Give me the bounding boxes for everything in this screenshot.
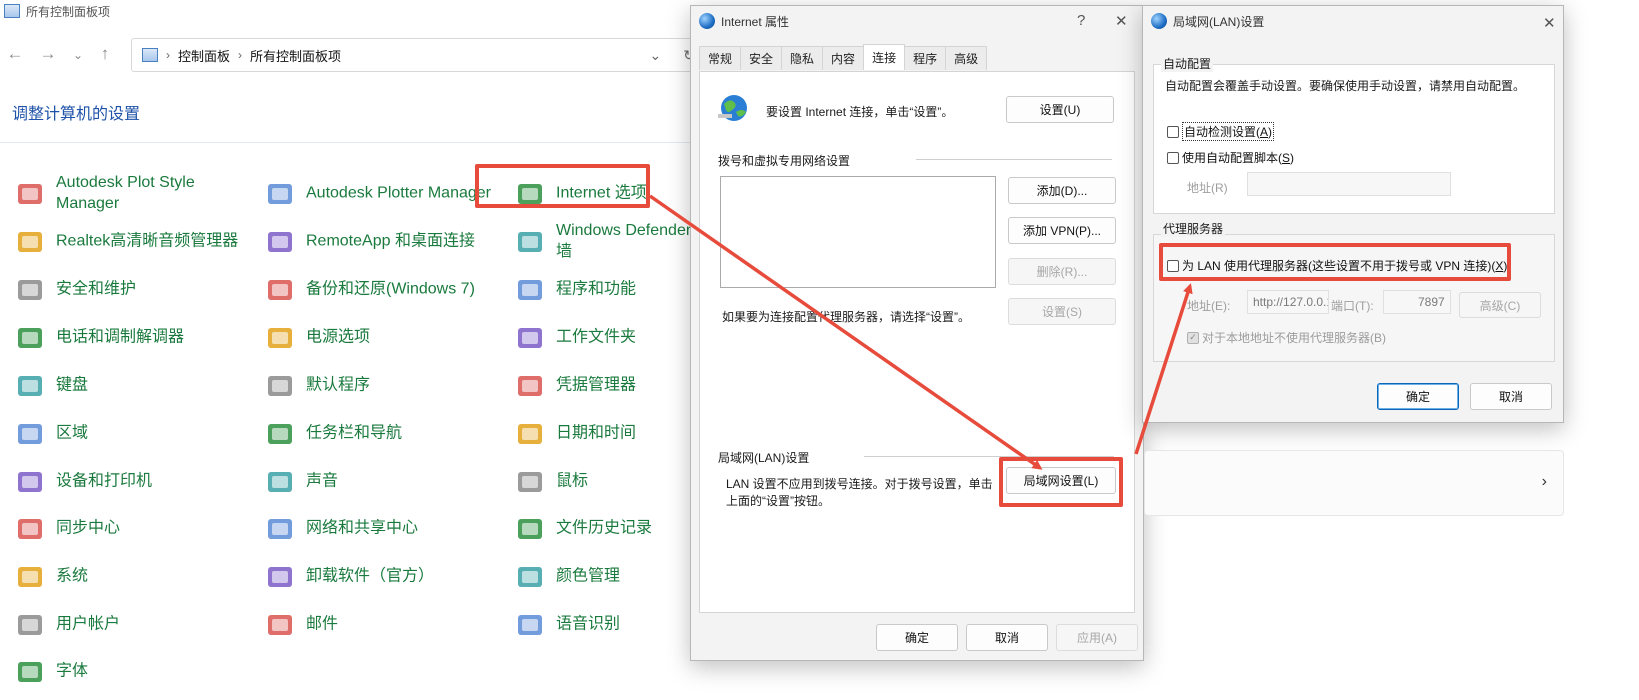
annotation-arrow	[1134, 283, 1193, 455]
annotation-arrow	[648, 194, 1043, 470]
annotation-arrows	[648, 194, 1193, 470]
